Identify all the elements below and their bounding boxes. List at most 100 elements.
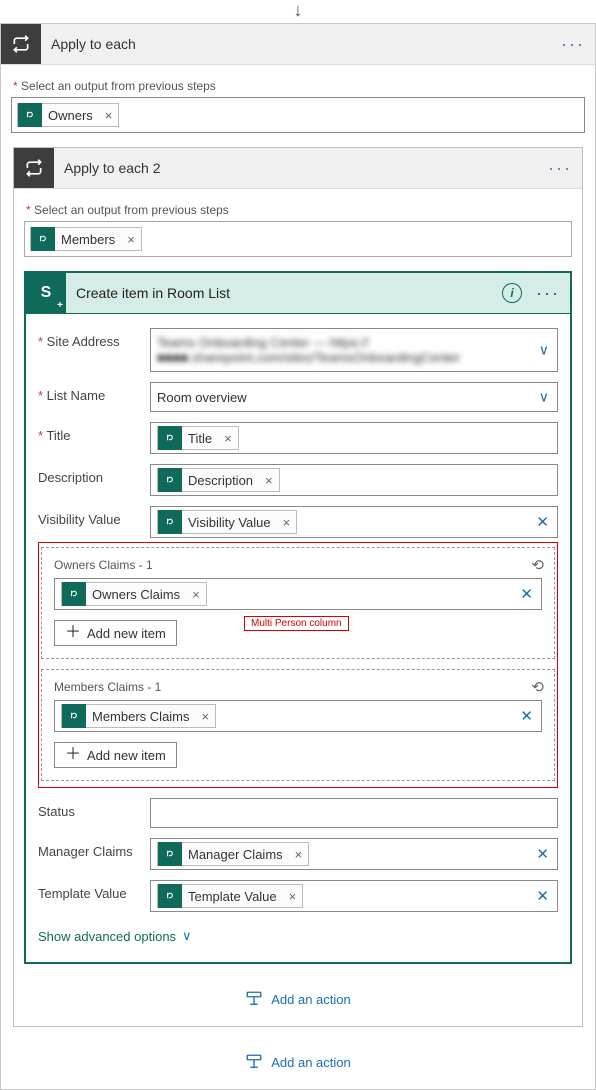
- switch-mode-icon[interactable]: [531, 556, 544, 574]
- sharepoint-icon: ၊ာ: [31, 227, 55, 251]
- owners-claims-clear[interactable]: ✕: [520, 585, 533, 603]
- outer-select-input[interactable]: ၊ာ Owners ×: [11, 97, 585, 133]
- members-claims-chip-remove[interactable]: ×: [196, 709, 216, 724]
- owners-add-item-button[interactable]: ＋Add new item: [54, 620, 177, 646]
- members-add-item-label: Add new item: [87, 748, 166, 763]
- visibility-chip-label: Visibility Value: [182, 515, 277, 530]
- inner-add-action[interactable]: Add an action: [24, 990, 572, 1008]
- members-claims-clear[interactable]: ✕: [520, 707, 533, 725]
- outer-title: Apply to each: [41, 36, 551, 52]
- list-name-label: List Name: [38, 382, 150, 403]
- manager-claims-clear[interactable]: ✕: [536, 845, 549, 863]
- switch-mode-icon[interactable]: [531, 678, 544, 696]
- owners-claims-label: Owners Claims - 1: [54, 558, 542, 572]
- connector-arrow: ↓: [0, 0, 596, 21]
- loop-icon: [14, 148, 54, 188]
- owners-chip[interactable]: ၊ာ Owners ×: [17, 103, 119, 127]
- outer-add-action-label: Add an action: [271, 1055, 351, 1070]
- members-add-item-button[interactable]: ＋Add new item: [54, 742, 177, 768]
- manager-claims-chip[interactable]: ၊ာ Manager Claims ×: [157, 842, 309, 866]
- title-label: Title: [38, 422, 150, 443]
- owners-chip-label: Owners: [42, 108, 99, 123]
- sharepoint-icon: ၊ာ: [158, 426, 182, 450]
- status-field[interactable]: [150, 798, 558, 828]
- outer-header[interactable]: Apply to each ···: [1, 24, 595, 65]
- owners-add-item-label: Add new item: [87, 626, 166, 641]
- loop-icon: [1, 24, 41, 64]
- outer-select-label: Select an output from previous steps: [13, 79, 585, 93]
- inner-menu[interactable]: ···: [538, 158, 582, 179]
- manager-claims-chip-remove[interactable]: ×: [289, 847, 309, 862]
- title-chip[interactable]: ၊ာ Title ×: [157, 426, 239, 450]
- chevron-down-icon[interactable]: ∨: [539, 342, 549, 359]
- description-chip-label: Description: [182, 473, 259, 488]
- outer-add-action[interactable]: Add an action: [11, 1053, 585, 1071]
- visibility-chip-remove[interactable]: ×: [277, 515, 297, 530]
- visibility-label: Visibility Value: [38, 506, 150, 527]
- sharepoint-icon: ၊ာ: [158, 468, 182, 492]
- status-label: Status: [38, 798, 150, 819]
- owners-claims-chip-remove[interactable]: ×: [186, 587, 206, 602]
- sharepoint-action-icon: S: [26, 273, 66, 313]
- members-claims-chip[interactable]: ၊ာ Members Claims ×: [61, 704, 216, 728]
- members-chip[interactable]: ၊ာ Members ×: [30, 227, 142, 251]
- manager-claims-field[interactable]: ၊ာ Manager Claims × ✕: [150, 838, 558, 870]
- template-value-chip[interactable]: ၊ာ Template Value ×: [157, 884, 303, 908]
- inner-select-label: Select an output from previous steps: [26, 203, 572, 217]
- chevron-down-icon: ∨: [182, 928, 192, 944]
- owners-claims-group: Owners Claims - 1 ၊ာ Owners Claims × ✕: [41, 547, 555, 659]
- sharepoint-icon: ၊ာ: [62, 704, 86, 728]
- site-address-field[interactable]: Teams Onboarding Center — https://■■■■.s…: [150, 328, 558, 372]
- visibility-chip[interactable]: ၊ာ Visibility Value ×: [157, 510, 297, 534]
- visibility-clear[interactable]: ✕: [536, 513, 549, 531]
- outer-menu[interactable]: ···: [551, 34, 595, 55]
- owners-claims-chip[interactable]: ၊ာ Owners Claims ×: [61, 582, 207, 606]
- site-address-label: Site Address: [38, 328, 150, 349]
- chevron-down-icon[interactable]: ∨: [539, 389, 549, 406]
- inner-add-action-label: Add an action: [271, 992, 351, 1007]
- sharepoint-icon: ၊ာ: [18, 103, 42, 127]
- manager-claims-chip-label: Manager Claims: [182, 847, 289, 862]
- site-address-value: Teams Onboarding Center — https://■■■■.s…: [157, 335, 551, 365]
- inner-select-input[interactable]: ၊ာ Members ×: [24, 221, 572, 257]
- apply-to-each-inner: Apply to each 2 ··· Select an output fro…: [13, 147, 583, 1027]
- owners-claims-chip-label: Owners Claims: [86, 587, 186, 602]
- info-icon[interactable]: i: [502, 283, 522, 303]
- description-chip-remove[interactable]: ×: [259, 473, 279, 488]
- template-value-field[interactable]: ၊ာ Template Value × ✕: [150, 880, 558, 912]
- action-header[interactable]: S Create item in Room List i ···: [24, 271, 572, 314]
- apply-to-each-outer: Apply to each ··· Select an output from …: [0, 23, 596, 1090]
- members-chip-label: Members: [55, 232, 121, 247]
- inner-title: Apply to each 2: [54, 160, 538, 176]
- owners-claims-field[interactable]: ၊ာ Owners Claims × ✕: [54, 578, 542, 610]
- title-chip-remove[interactable]: ×: [218, 431, 238, 446]
- members-chip-remove[interactable]: ×: [121, 232, 141, 247]
- members-claims-chip-label: Members Claims: [86, 709, 196, 724]
- show-advanced-options[interactable]: Show advanced options ∨: [38, 928, 192, 944]
- annotation-multi-person: Multi Person column: [244, 616, 349, 631]
- multi-person-highlight: Owners Claims - 1 ၊ာ Owners Claims × ✕: [38, 542, 558, 788]
- owners-chip-remove[interactable]: ×: [99, 108, 119, 123]
- sharepoint-icon: ၊ာ: [62, 582, 86, 606]
- template-value-clear[interactable]: ✕: [536, 887, 549, 905]
- visibility-field[interactable]: ၊ာ Visibility Value × ✕: [150, 506, 558, 538]
- template-value-label: Template Value: [38, 880, 150, 901]
- description-chip[interactable]: ၊ာ Description ×: [157, 468, 280, 492]
- sharepoint-icon: ၊ာ: [158, 510, 182, 534]
- sharepoint-icon: ၊ာ: [158, 884, 182, 908]
- action-menu[interactable]: ···: [526, 283, 570, 304]
- show-advanced-label: Show advanced options: [38, 929, 176, 944]
- create-item-action: S Create item in Room List i ··· Site Ad…: [24, 271, 572, 964]
- template-value-chip-remove[interactable]: ×: [283, 889, 303, 904]
- inner-header[interactable]: Apply to each 2 ···: [14, 148, 582, 189]
- template-value-chip-label: Template Value: [182, 889, 283, 904]
- description-field[interactable]: ၊ာ Description ×: [150, 464, 558, 496]
- action-title: Create item in Room List: [66, 285, 502, 301]
- members-claims-field[interactable]: ၊ာ Members Claims × ✕: [54, 700, 542, 732]
- title-field[interactable]: ၊ာ Title ×: [150, 422, 558, 454]
- title-chip-label: Title: [182, 431, 218, 446]
- members-claims-group: Members Claims - 1 ၊ာ Members Claims × ✕: [41, 669, 555, 781]
- members-claims-label: Members Claims - 1: [54, 680, 542, 694]
- sharepoint-icon: ၊ာ: [158, 842, 182, 866]
- list-name-field[interactable]: Room overview ∨: [150, 382, 558, 412]
